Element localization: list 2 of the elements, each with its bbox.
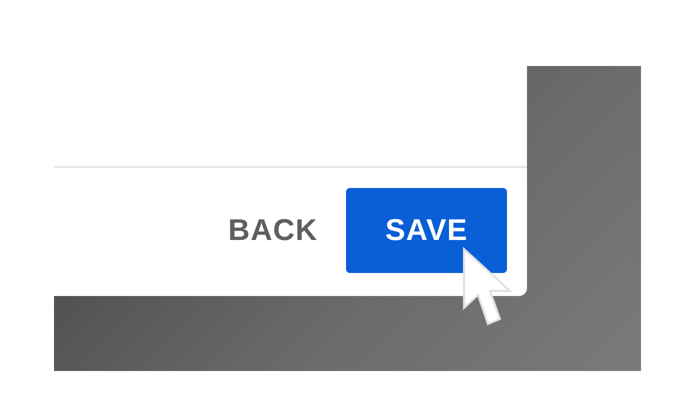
back-button[interactable]: BACK (218, 188, 328, 273)
save-button[interactable]: SAVE (346, 188, 507, 273)
